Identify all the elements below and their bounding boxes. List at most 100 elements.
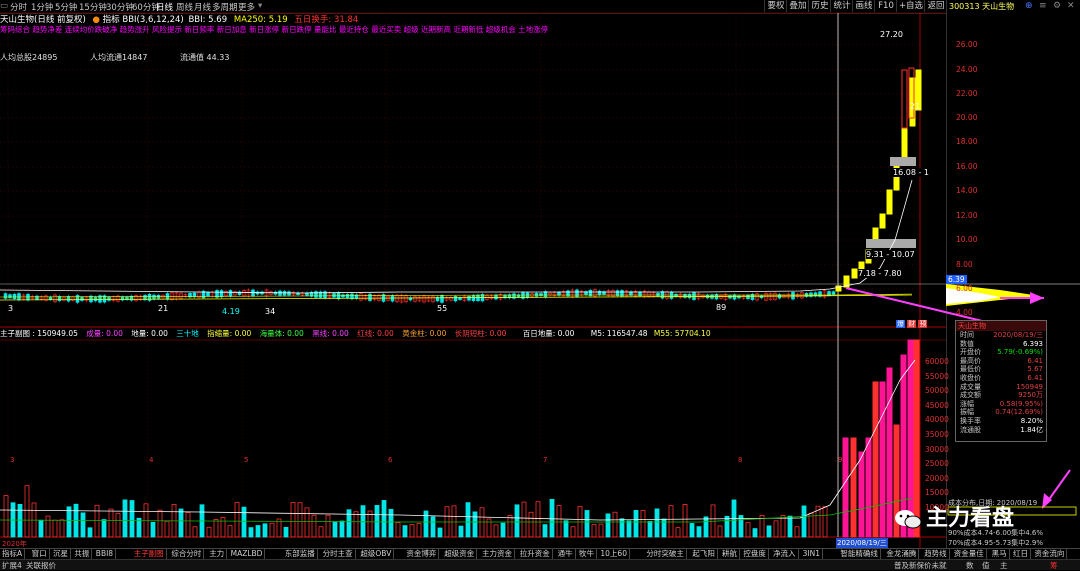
indicator-tab[interactable]: 3IN1 (801, 549, 823, 559)
popup-value: 0.74(12.69%) (995, 408, 1043, 417)
indicator-tab[interactable]: 超级资金 (442, 549, 478, 559)
volume-bar (696, 526, 702, 538)
indicator-tab[interactable]: 牧牛 (577, 549, 597, 559)
candle-body (48, 296, 53, 300)
candle-body (3, 293, 8, 299)
indicator-tab[interactable]: 控盘度 (741, 549, 769, 559)
cursor-date: 2020/08/19/三 (836, 538, 888, 548)
volume-bar (682, 504, 688, 538)
range-label-2: 9.31 - 10.07 (866, 250, 915, 259)
candles (3, 67, 922, 304)
indicator-tab[interactable]: 资金博弈 (404, 549, 440, 559)
volume-bar (150, 521, 156, 538)
volume-bar (213, 519, 219, 538)
indicator-tab[interactable]: 超级OBV (358, 549, 395, 559)
volume-bar (318, 526, 324, 538)
volume-bar (374, 504, 380, 538)
candle-body (107, 296, 111, 301)
volume-bar (430, 516, 436, 538)
yu-icon[interactable]: 预 (918, 320, 928, 328)
status-icon-4[interactable]: 筹 (1050, 560, 1058, 571)
popup-value: 150949 (1016, 382, 1043, 391)
indicator-tab[interactable]: 东部监播 (283, 549, 318, 559)
indicator-tab[interactable]: 金龙涌腾 (884, 549, 920, 559)
volume-bar (584, 510, 590, 538)
volume-bar (479, 507, 485, 538)
volume-bar (108, 508, 114, 538)
popup-key: 时间 (960, 331, 974, 339)
popup-key: 数值 (960, 339, 974, 348)
indicator-tab[interactable]: 综合分时 (169, 549, 205, 559)
status-icon-1[interactable]: 数 (966, 560, 974, 571)
sub-chart-volume: : 150949.05 (32, 329, 78, 338)
volume-bar (451, 505, 457, 538)
indicator-tab[interactable]: 资金量佳 (952, 549, 987, 559)
status-icon-2[interactable]: 值 (982, 560, 990, 571)
indicator-tab[interactable]: MAZLBD (229, 549, 266, 559)
indicator-tab[interactable]: 趋势线 (922, 549, 950, 559)
candle-body (152, 294, 156, 300)
volume-bar (339, 520, 345, 538)
candlestick-chart[interactable]: 3456789 (0, 0, 1080, 569)
popup-value: 5.67 (1027, 365, 1043, 374)
indicator-tab[interactable]: 主力资金 (480, 549, 515, 559)
indicator-tab[interactable]: 沉星 (51, 549, 71, 559)
bbi-line (0, 179, 913, 294)
volume-bar (17, 504, 23, 538)
wechat-icon (894, 508, 922, 530)
indicator-tab[interactable]: 指标A (0, 549, 26, 559)
popup-key: 流通股 (960, 425, 981, 434)
high-label: 27.20 (880, 30, 903, 39)
range-label-1: 16.08 - 1 (893, 168, 929, 177)
indicator-tab[interactable]: 主子副图 (132, 549, 167, 559)
fib-tag-3: 3 (8, 304, 14, 313)
volume-tick: 60000 (925, 357, 949, 366)
month-label: 3 (10, 456, 14, 464)
indicator-tab[interactable]: 黑马 (990, 549, 1010, 559)
sub-chart-name[interactable]: 主子副图 (0, 329, 30, 338)
indicator-tab[interactable]: 红日 (1011, 549, 1031, 559)
status-left[interactable]: 扩展4 (2, 560, 22, 571)
volume-bar-rally (865, 437, 872, 538)
volume-bar (409, 524, 415, 538)
candle-body (12, 293, 17, 300)
volume-bar (59, 519, 65, 538)
indicator-tab[interactable]: 窗口 (30, 549, 50, 559)
volume-bar (717, 525, 723, 538)
indicator-tab[interactable]: 共振 (72, 549, 93, 559)
label-21: 21 (910, 102, 921, 111)
indicator-tab[interactable]: 分时突破主 (644, 549, 687, 559)
indicator-tab[interactable]: 拉升资金 (518, 549, 553, 559)
popup-row: 收盘价 6.41 (956, 374, 1046, 383)
indicator-tab[interactable]: 净流入 (771, 549, 799, 559)
volume-bar (591, 523, 597, 538)
volume-bar (493, 524, 499, 538)
volume-bar (528, 511, 534, 538)
volume-bar (24, 485, 30, 538)
watermark-text: 主力看盘 (926, 506, 1015, 531)
candle-body (35, 295, 39, 300)
indicator-tab[interactable]: 起飞阳 (690, 549, 718, 559)
indicator-tab[interactable]: 分时主查 (321, 549, 356, 559)
indicator-tab[interactable]: 耕航 (720, 549, 740, 559)
bao-icon[interactable]: 爆 (896, 320, 905, 328)
candle-body (345, 294, 350, 299)
cai-icon[interactable]: 财 (907, 320, 917, 328)
volume-bar (808, 512, 814, 538)
candle-body (206, 292, 210, 297)
popup-row: 成交量 150949 (956, 383, 1046, 392)
candle-body (440, 295, 444, 303)
indicator-tab[interactable]: BBI8 (94, 549, 117, 559)
indicator-tab[interactable]: 通牛 (556, 549, 576, 559)
indicator-tab[interactable]: 主力 (207, 549, 228, 559)
status-sub[interactable]: 关联报价 (26, 560, 56, 571)
indicator-tab[interactable]: 智能精确线 (838, 549, 881, 559)
indicator-tab[interactable]: 10上60 (598, 549, 630, 559)
volume-bar (234, 501, 240, 538)
volume-bar (206, 526, 212, 538)
status-icon-3[interactable]: 主 (1000, 560, 1008, 571)
indicator-tab[interactable]: 资金流向 (1032, 549, 1068, 559)
volume-bar (164, 520, 170, 538)
popup-key: 成交额 (960, 391, 981, 400)
volume-bar (178, 508, 184, 538)
